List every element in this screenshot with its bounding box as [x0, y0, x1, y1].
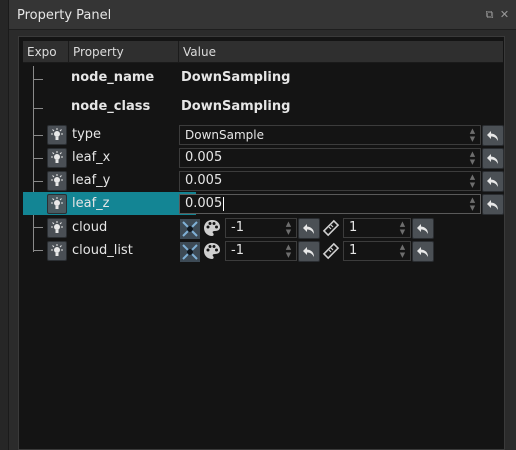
property-name: cloud: [72, 220, 108, 235]
property-name: leaf_y: [72, 173, 111, 188]
expose-bulb-icon[interactable]: [47, 148, 67, 168]
expose-bulb-icon[interactable]: [47, 194, 67, 214]
property-name: cloud_list: [72, 243, 133, 258]
cloud-list-size-spinbox[interactable]: 1 ▲ ▼: [343, 241, 411, 261]
spinbox-value: 1: [349, 220, 358, 235]
ruler-icon[interactable]: [321, 218, 341, 238]
property-name: node_class: [71, 99, 151, 114]
column-expo[interactable]: Expo: [23, 41, 69, 63]
property-tree: Expo Property Value node_name DownSampli…: [18, 36, 505, 450]
spinbox-value: -1: [231, 243, 244, 258]
property-name: leaf_z: [72, 196, 110, 211]
ruler-icon[interactable]: [321, 241, 341, 261]
spinbox-value: 1: [349, 243, 358, 258]
disconnected-icon[interactable]: [180, 219, 200, 239]
panel-title: Property Panel: [17, 8, 112, 23]
property-name: type: [72, 127, 102, 142]
cloud-list-index-spinbox[interactable]: -1 ▲ ▼: [225, 241, 297, 261]
expose-bulb-icon[interactable]: [47, 171, 67, 191]
spin-arrows-icon[interactable]: ▲ ▼: [467, 173, 478, 189]
combobox-arrows-icon[interactable]: ▲ ▼: [467, 127, 478, 143]
spinbox-value: -1: [231, 220, 244, 235]
cloud-size-spinbox[interactable]: 1 ▲ ▼: [343, 218, 411, 238]
text-cursor: [223, 197, 224, 211]
spinbox-value: 0.005: [185, 150, 223, 165]
tree-row-cloud[interactable]: cloud -1 ▲ ▼ 1 ▲ ▼: [23, 217, 503, 240]
spin-arrows-icon[interactable]: ▲ ▼: [397, 243, 408, 259]
tree-row-leaf-x[interactable]: leaf_x 0.005 ▲ ▼: [23, 147, 504, 170]
leaf-y-spinbox[interactable]: 0.005 ▲ ▼: [179, 171, 481, 191]
leaf-z-spinbox[interactable]: 0.005 ▲ ▼: [179, 194, 481, 214]
undo-arrow-icon[interactable]: [412, 241, 434, 262]
tree-row-cloud-list[interactable]: cloud_list -1 ▲ ▼ 1 ▲ ▼: [23, 240, 503, 263]
spinbox-value: 0.005: [185, 196, 223, 211]
undo-arrow-icon[interactable]: [412, 218, 434, 239]
dock-edge: [0, 0, 9, 450]
undo-arrow-icon[interactable]: [482, 125, 504, 146]
tree-row[interactable]: node_name DownSampling: [23, 68, 503, 92]
spin-arrows-icon[interactable]: ▲ ▼: [467, 150, 478, 166]
close-icon[interactable]: ✕: [499, 9, 510, 20]
palette-icon[interactable]: [202, 241, 222, 261]
spin-arrows-icon[interactable]: ▲ ▼: [283, 220, 294, 236]
type-combobox[interactable]: DownSample ▲ ▼: [179, 125, 481, 145]
column-property[interactable]: Property: [69, 41, 179, 63]
expose-bulb-icon[interactable]: [47, 241, 67, 261]
spin-arrows-icon[interactable]: ▲ ▼: [283, 243, 294, 259]
undo-arrow-icon[interactable]: [482, 171, 504, 192]
property-value: DownSampling: [181, 70, 291, 85]
panel-titlebar[interactable]: Property Panel ⧉ ✕: [9, 0, 516, 30]
undo-arrow-icon[interactable]: [482, 194, 504, 215]
spin-arrows-icon[interactable]: ▲ ▼: [397, 220, 408, 236]
property-name: leaf_x: [72, 150, 111, 165]
undo-arrow-icon[interactable]: [298, 218, 320, 239]
column-value[interactable]: Value: [179, 41, 503, 63]
spin-arrows-icon[interactable]: ▲ ▼: [467, 196, 478, 212]
disconnected-icon[interactable]: [180, 242, 200, 262]
tree-row[interactable]: node_class DownSampling: [23, 97, 503, 121]
expose-bulb-icon[interactable]: [47, 218, 67, 238]
property-value: DownSampling: [181, 99, 291, 114]
leaf-x-spinbox[interactable]: 0.005 ▲ ▼: [179, 148, 481, 168]
tree-header: Expo Property Value: [23, 41, 503, 63]
palette-icon[interactable]: [202, 218, 222, 238]
cloud-index-spinbox[interactable]: -1 ▲ ▼: [225, 218, 297, 238]
undo-arrow-icon[interactable]: [298, 241, 320, 262]
spinbox-value: 0.005: [185, 173, 223, 188]
undo-arrow-icon[interactable]: [482, 148, 504, 169]
float-restore-icon[interactable]: ⧉: [484, 9, 495, 20]
tree-row-type[interactable]: type DownSample ▲ ▼: [23, 124, 504, 147]
tree-row-leaf-y[interactable]: leaf_y 0.005 ▲ ▼: [23, 170, 504, 193]
combobox-value: DownSample: [185, 128, 264, 142]
property-name: node_name: [71, 70, 155, 85]
expose-bulb-icon[interactable]: [47, 125, 67, 145]
tree-row-leaf-z[interactable]: leaf_z 0.005 ▲ ▼: [23, 193, 504, 216]
